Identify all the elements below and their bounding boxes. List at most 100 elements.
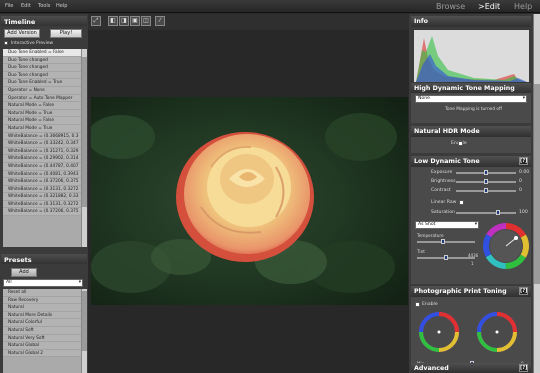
timeline-item[interactable]: Natural Mode = False xyxy=(3,117,81,125)
slider-knob[interactable] xyxy=(484,188,488,193)
timeline-item[interactable]: Duo Tone Enabled = True xyxy=(3,79,81,87)
mode-help[interactable]: Help xyxy=(514,2,532,11)
timeline-item[interactable]: WhiteBalance = (0.321882, 0.33 xyxy=(3,193,81,201)
timeline-item[interactable]: WhiteBalance = (0.37206, 0.375 xyxy=(3,208,81,217)
timeline-item[interactable]: WhiteBalance = (0.3668915, 0.3 xyxy=(3,132,81,141)
right-panel: Info R G B High Dynamic Tone Mapping Non… xyxy=(409,14,540,373)
add-preset-button[interactable]: Add xyxy=(11,268,37,277)
preset-item[interactable]: Natural Global xyxy=(3,342,81,350)
linear-raw-checkbox[interactable] xyxy=(459,200,464,205)
timeline-item[interactable]: WhiteBalance = (0.4081, 0.3943 xyxy=(3,170,81,179)
tint-knob[interactable] xyxy=(444,255,448,260)
interactive-preview-label: Interactive Preview xyxy=(11,41,54,46)
scroll-thumb[interactable] xyxy=(534,84,540,284)
preset-item[interactable]: Natural More Details xyxy=(3,311,81,320)
chevron-down-icon: ▾ xyxy=(474,222,477,227)
scroll-thumb[interactable] xyxy=(82,57,87,207)
tone-mapping-select[interactable]: None ▾ xyxy=(415,95,527,103)
play-button[interactable]: Play! xyxy=(50,29,82,38)
timeline-item[interactable]: WhiteBalance = (0.33242, 0.347 xyxy=(3,140,81,148)
presets-scrollbar[interactable] xyxy=(81,289,87,373)
highlight-tone-wheel[interactable] xyxy=(417,310,461,354)
menu-help[interactable]: Help xyxy=(56,3,67,9)
ldt-slider-value: 0 xyxy=(519,179,522,184)
chevron-down-icon: ▾ xyxy=(78,280,81,285)
timeline-item[interactable]: WhiteBalance = (0.3131, 0.3272 xyxy=(3,200,81,209)
photo-rose xyxy=(91,97,408,305)
timeline-item[interactable]: Natural Mode = True xyxy=(3,124,81,133)
saturation-value: 100 xyxy=(519,210,528,215)
compare-icon[interactable]: ◧ xyxy=(108,16,118,26)
toning-help-button[interactable]: [?] xyxy=(519,287,528,295)
temperature-slider[interactable] xyxy=(417,239,475,244)
preset-item[interactable]: Natural Very Soft xyxy=(3,334,81,343)
toning-header: Photographic Print Toning [?] xyxy=(411,286,531,297)
ldt-slider[interactable] xyxy=(456,188,516,193)
advanced-help-button[interactable]: [?] xyxy=(519,364,528,372)
ldt-slider-value: 0.00 xyxy=(519,170,530,175)
timeline-item[interactable]: Natural Mode = True xyxy=(3,109,81,118)
timeline-scrollbar[interactable] xyxy=(81,49,87,247)
timeline-item[interactable]: WhiteBalance = (0.31271, 0.329 xyxy=(3,147,81,156)
tone-mapping-value: None xyxy=(418,96,430,101)
add-version-button[interactable]: Add Version xyxy=(4,29,40,38)
ldt-section: Exposure 0.00 Brightness 0 Contrast 0 Linear … xyxy=(411,167,531,284)
wb-select-value: As Shot xyxy=(418,222,436,227)
menu-tools[interactable]: Tools xyxy=(38,3,50,9)
saturation-label: Saturation xyxy=(431,210,455,215)
hdr-section: None ▾ Tone Mapping is turned off xyxy=(411,93,531,123)
menu-edit[interactable]: Edit xyxy=(21,3,31,9)
timeline-item[interactable]: Natural Mode = False xyxy=(3,102,81,110)
mode-browse[interactable]: Browse xyxy=(436,2,465,11)
ldt-slider[interactable] xyxy=(456,179,516,184)
natural-section: Enable xyxy=(411,137,531,153)
timeline-item[interactable]: Operator = None xyxy=(3,86,81,95)
advanced-header: Advanced [?] xyxy=(411,363,531,373)
left-panel: Timeline Add Version Play! Interactive P… xyxy=(0,14,88,373)
preset-item[interactable]: Reset all xyxy=(3,289,81,297)
slider-knob[interactable] xyxy=(484,179,488,184)
slider-knob[interactable] xyxy=(484,170,488,175)
timeline-item[interactable]: WhiteBalance = (0.37206, 0.375 xyxy=(3,178,81,186)
ldt-help-button[interactable]: [?] xyxy=(519,157,528,165)
temperature-knob[interactable] xyxy=(441,239,446,244)
original-icon[interactable]: ▣ xyxy=(130,16,140,26)
right-scrollbar[interactable] xyxy=(533,14,540,373)
preset-item[interactable]: Natural Colorful xyxy=(3,319,81,327)
mode-edit[interactable]: >Edit xyxy=(478,2,500,11)
scroll-thumb[interactable] xyxy=(82,291,87,351)
timeline-item[interactable]: WhiteBalance = (0.29902, 0.314 xyxy=(3,155,81,163)
preset-item[interactable]: Natural xyxy=(3,304,81,312)
saturation-slider[interactable] xyxy=(456,210,516,215)
wb-select[interactable]: As Shot ▾ xyxy=(415,221,479,229)
saturation-knob[interactable] xyxy=(496,210,501,215)
toning-enable-checkbox[interactable] xyxy=(415,302,420,307)
menu-file[interactable]: File xyxy=(5,3,13,9)
color-wheel[interactable] xyxy=(483,223,529,269)
split-icon[interactable]: ◨ xyxy=(119,16,129,26)
preset-filter-select[interactable]: All ▾ xyxy=(3,279,83,287)
pick-icon[interactable]: ⁄ xyxy=(155,16,165,26)
preset-item[interactable]: Raw Recovery xyxy=(3,296,81,305)
preview-icon[interactable]: ◫ xyxy=(141,16,151,26)
timeline-item[interactable]: Duo Tone Enabled = False xyxy=(3,49,81,57)
interactive-preview-checkbox[interactable] xyxy=(4,41,8,45)
tint-slider[interactable] xyxy=(417,255,475,260)
natural-enable-checkbox[interactable] xyxy=(458,141,463,146)
preset-item[interactable]: Natural Global 2 xyxy=(3,349,81,358)
advanced-title: Advanced xyxy=(414,365,449,372)
timeline-item[interactable]: Operator = Auto Tone Mapper xyxy=(3,94,81,103)
ldt-slider[interactable] xyxy=(456,170,516,175)
shadow-tone-wheel[interactable] xyxy=(475,310,519,354)
preset-item[interactable]: Natural Soft xyxy=(3,326,81,335)
natural-header: Natural HDR Mode xyxy=(411,126,531,137)
linear-raw-label: Linear Raw xyxy=(431,200,457,205)
timeline-item[interactable]: WhiteBalance = (0.3131, 0.3272 xyxy=(3,185,81,194)
timeline-list: Duo Tone Enabled = False Duo Tone changed… xyxy=(3,49,81,247)
timeline-item[interactable]: Duo Tone changed xyxy=(3,64,81,72)
timeline-item[interactable]: Duo Tone changed xyxy=(3,71,81,80)
fit-icon[interactable]: ⤢ xyxy=(91,16,101,26)
ldt-slider-label: Exposure xyxy=(431,170,453,175)
timeline-item[interactable]: Duo Tone changed xyxy=(3,56,81,65)
timeline-item[interactable]: WhiteBalance = (0.44787, 0.407 xyxy=(3,162,81,171)
